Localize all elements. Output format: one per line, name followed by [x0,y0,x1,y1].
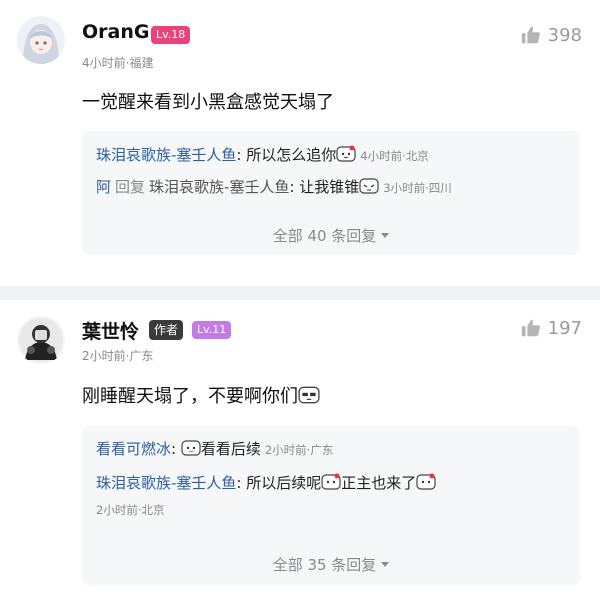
reply-time: 2小时前·北京 [96,503,165,517]
level-badge: Lv.18 [151,26,191,44]
avatar[interactable] [17,16,65,64]
reply-panel: 看看可燃冰: 看看后续 2小时前·广东 珠泪哀歌族-塞壬人鱼: 所以后续呢 正主也来… [82,426,580,586]
sticker-emoji-icon [181,440,201,456]
comment-card: 葉世怜 作者 Lv.11 2小时前·广东 197 刚睡醒天塌了，不要啊你们 看看… [0,300,600,603]
comment-meta: 4小时前·福建 [82,56,154,70]
reply-text: 所以后续呢 [246,474,322,492]
expand-replies-label: 全部 40 条回复 [272,227,377,245]
expand-replies-button[interactable]: 全部 35 条回复 [82,554,580,575]
reply-author[interactable]: 珠泪哀歌族-塞壬人鱼 [96,146,236,164]
sticker-emoji-icon [416,473,436,490]
reply-verb: 回复 [115,178,146,196]
reply-time: 4小时前·北京 [360,149,429,163]
reply-author[interactable]: 阿 [96,178,111,196]
comment-text-body: 刚睡醒天塌了，不要啊你们 [82,386,298,407]
sticker-emoji-icon [298,386,320,404]
avatar[interactable] [17,316,65,364]
sticker-emoji-icon [336,145,356,162]
reply-target[interactable]: 珠泪哀歌族-塞壬人鱼 [149,178,289,196]
reply-item[interactable]: 珠泪哀歌族-塞壬人鱼: 所以后续呢 正主也来了 2小时前·北京 [96,470,566,523]
like-count: 197 [547,317,582,339]
reply-text: 看看后续 [200,440,261,458]
reply-time: 3小时前·四川 [383,181,452,195]
thumbs-up-icon [521,26,540,44]
author-tag-badge: 作者 [149,320,184,340]
sticker-emoji-icon [321,473,341,490]
like-count: 398 [547,24,582,46]
like-button[interactable]: 197 [520,317,582,339]
reply-item[interactable]: 看看可燃冰: 看看后续 2小时前·广东 [96,438,333,459]
expand-replies-button[interactable]: 全部 40 条回复 [82,225,580,246]
reply-panel: 珠泪哀歌族-塞壬人鱼: 所以怎么追你 4小时前·北京 阿回复 珠泪哀歌族-塞壬人鱼:… [82,131,580,255]
anime-girl-avatar-icon [17,16,65,64]
monochrome-avatar-icon [17,316,65,364]
level-badge: Lv.11 [192,321,232,339]
author-name[interactable]: 葉世怜 [82,317,139,344]
reply-text: 所以怎么追你 [246,146,337,164]
divider [0,286,600,300]
chevron-down-icon [381,562,390,567]
thumbs-up-icon [521,319,540,337]
reply-author[interactable]: 珠泪哀歌族-塞壬人鱼 [96,474,236,492]
comment-meta: 2小时前·广东 [82,349,154,363]
expand-replies-label: 全部 35 条回复 [272,556,377,574]
reply-text-2: 正主也来了 [341,474,417,492]
reply-author[interactable]: 看看可燃冰 [96,440,171,458]
chevron-down-icon [381,233,390,238]
author-name[interactable]: OranG [82,21,149,43]
comment-card: OranG Lv.18 4小时前·福建 398 一觉醒来看到小黑盒感觉天塌了 珠… [0,0,600,286]
comment-text: 一觉醒来看到小黑盒感觉天塌了 [82,92,334,113]
sticker-emoji-icon [359,178,379,194]
reply-item[interactable]: 珠泪哀歌族-塞壬人鱼: 所以怎么追你 4小时前·北京 [96,144,429,165]
like-button[interactable]: 398 [520,24,582,46]
reply-time: 2小时前·广东 [264,443,334,457]
reply-item[interactable]: 阿回复 珠泪哀歌族-塞壬人鱼: 让我锥锥 3小时前·四川 [96,176,452,197]
reply-text: 让我锥锥 [299,178,360,196]
comment-text: 刚睡醒天塌了，不要啊你们 [82,382,320,408]
